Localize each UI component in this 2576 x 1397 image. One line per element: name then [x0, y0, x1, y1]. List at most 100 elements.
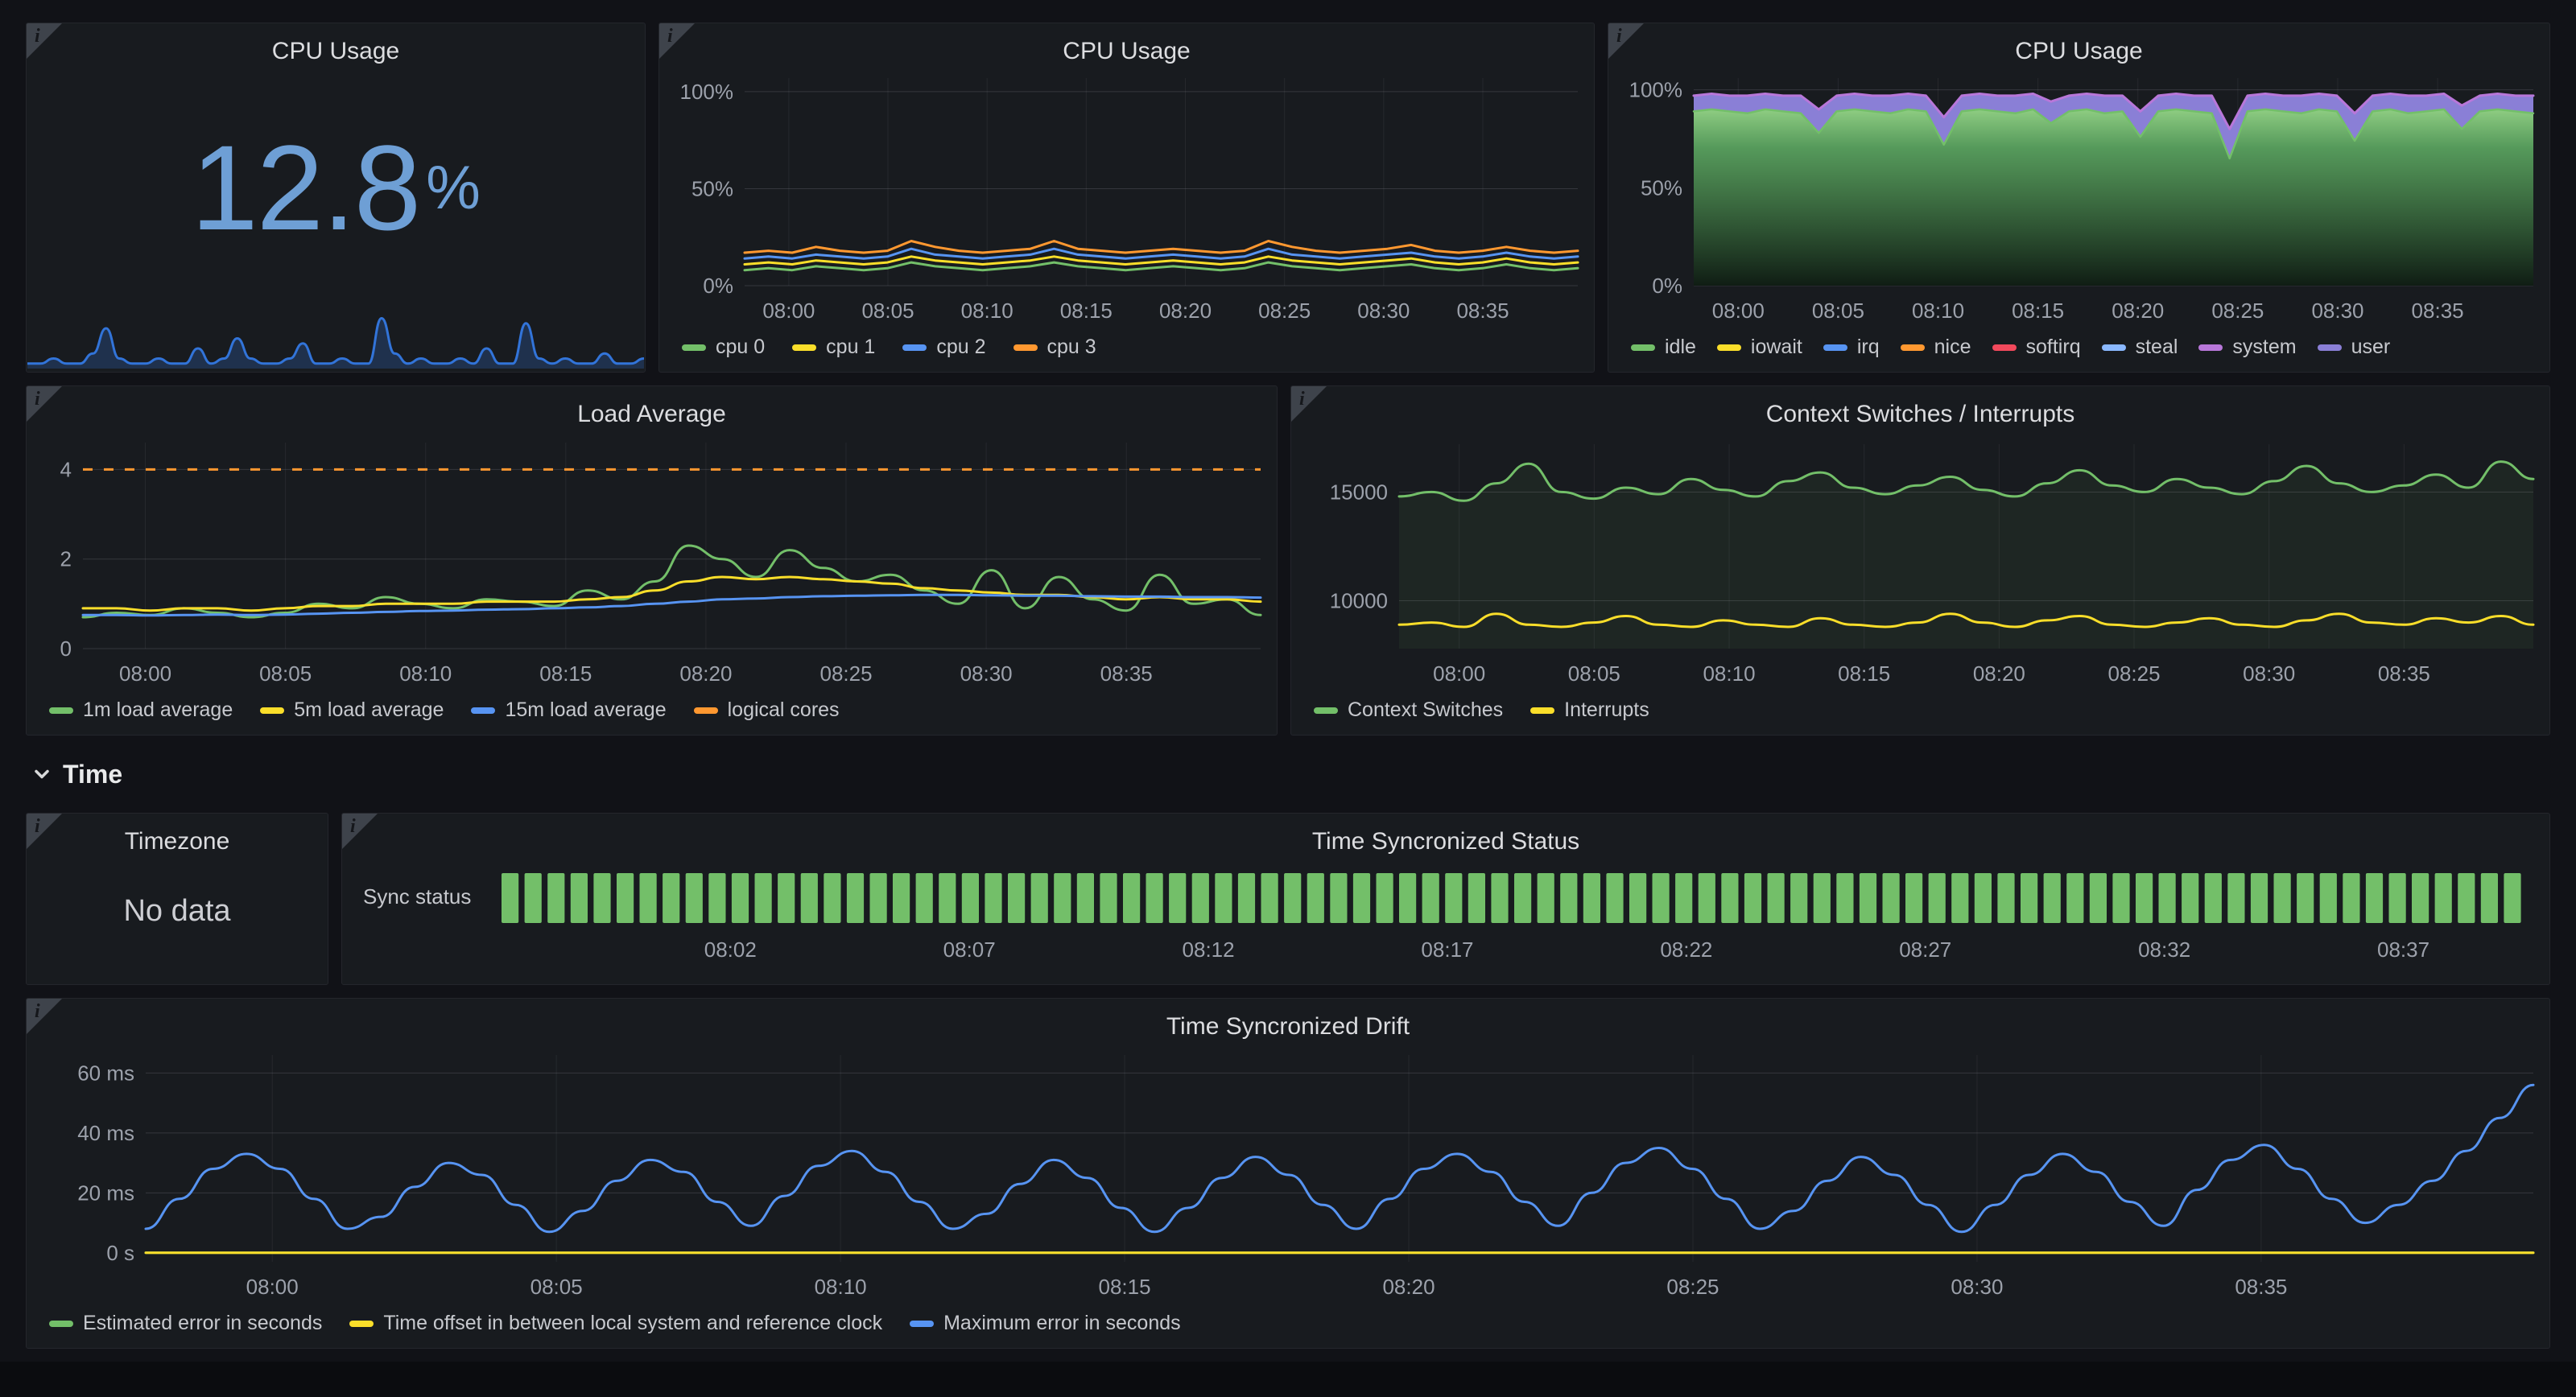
legend-swatch: [910, 1321, 934, 1327]
legend-item[interactable]: Maximum error in seconds: [910, 1312, 1181, 1335]
svg-text:08:30: 08:30: [960, 661, 1013, 686]
legend-load: 1m load average 5m load average 15m load a…: [27, 694, 1277, 735]
svg-text:08:10: 08:10: [1912, 299, 1964, 323]
panel-info-corner[interactable]: [1291, 386, 1327, 422]
time-sync-drift-chart[interactable]: 08:0008:0508:1008:1508:2008:2508:3008:35…: [31, 1044, 2545, 1307]
legend-item[interactable]: 5m load average: [260, 698, 444, 722]
legend-label: softirq: [2026, 336, 2081, 359]
legend-label: 15m load average: [505, 698, 666, 722]
legend-item[interactable]: cpu 3: [1013, 336, 1096, 359]
legend-swatch: [902, 344, 927, 351]
legend-label: cpu 3: [1047, 336, 1096, 359]
svg-text:08:02: 08:02: [704, 938, 757, 962]
load-average-chart[interactable]: 08:0008:0508:1008:1508:2008:2508:3008:35…: [31, 431, 1272, 694]
panel-context-switches: i Context Switches / Interrupts 08:0008:…: [1290, 385, 2550, 736]
svg-text:08:25: 08:25: [1258, 299, 1311, 323]
info-icon: i: [35, 389, 40, 410]
legend-item[interactable]: idle: [1631, 336, 1696, 359]
legend-label: 1m load average: [83, 698, 233, 722]
panel-info-corner[interactable]: [27, 999, 62, 1034]
svg-text:08:20: 08:20: [1159, 299, 1212, 323]
svg-text:08:00: 08:00: [1433, 661, 1485, 686]
legend-swatch: [1901, 344, 1925, 351]
legend-item[interactable]: cpu 2: [902, 336, 985, 359]
row-drift: i Time Syncronized Drift 08:0008:0508:10…: [26, 998, 2550, 1349]
legend-item[interactable]: irq: [1823, 336, 1880, 359]
svg-text:4: 4: [60, 457, 72, 481]
svg-text:08:15: 08:15: [1099, 1275, 1151, 1299]
svg-text:08:15: 08:15: [2012, 299, 2064, 323]
svg-text:08:17: 08:17: [1421, 938, 1473, 962]
legend-label: cpu 1: [826, 336, 875, 359]
legend-swatch: [1992, 344, 2017, 351]
svg-text:0%: 0%: [1652, 274, 1682, 298]
info-icon: i: [35, 816, 40, 838]
sync-status-history-chart[interactable]: 08:0208:0708:1208:1708:2208:2708:3208:37: [493, 859, 2538, 979]
svg-text:0%: 0%: [703, 274, 733, 298]
legend-item[interactable]: logical cores: [694, 698, 840, 722]
svg-text:08:35: 08:35: [2378, 661, 2430, 686]
legend-item[interactable]: Interrupts: [1530, 698, 1649, 722]
legend-swatch: [1530, 707, 1554, 714]
legend-item[interactable]: Estimated error in seconds: [49, 1312, 322, 1335]
panel-cpu-usage-stacked: i CPU Usage 08:0008:0508:1008:1508:2008:…: [1608, 23, 2550, 373]
panel-info-corner[interactable]: [1608, 23, 1644, 59]
panel-info-corner[interactable]: [342, 814, 378, 849]
svg-text:40 ms: 40 ms: [77, 1121, 134, 1145]
section-title: Time: [63, 760, 122, 789]
legend-swatch: [1314, 707, 1338, 714]
panel-time-sync-drift: i Time Syncronized Drift 08:0008:0508:10…: [26, 998, 2550, 1349]
panel-timezone: i Timezone No data: [26, 813, 328, 985]
legend-label: nice: [1934, 336, 1971, 359]
panel-info-corner[interactable]: [27, 23, 62, 59]
legend-swatch: [49, 1321, 73, 1327]
cpu-usage-stacked-chart[interactable]: 08:0008:0508:1008:1508:2008:2508:3008:35…: [1613, 68, 2545, 331]
svg-text:08:00: 08:00: [119, 661, 171, 686]
legend-item[interactable]: iowait: [1717, 336, 1802, 359]
legend-item[interactable]: system: [2198, 336, 2296, 359]
legend-item[interactable]: nice: [1901, 336, 1971, 359]
legend-item[interactable]: user: [2318, 336, 2391, 359]
legend-item[interactable]: 15m load average: [471, 698, 666, 722]
svg-text:08:20: 08:20: [679, 661, 732, 686]
legend-item[interactable]: cpu 1: [792, 336, 875, 359]
legend-swatch: [349, 1321, 374, 1327]
info-icon: i: [35, 26, 40, 47]
panel-title: Time Syncronized Drift: [27, 999, 2549, 1044]
legend-label: 5m load average: [294, 698, 444, 722]
legend-swatch: [694, 707, 718, 714]
svg-text:08:10: 08:10: [961, 299, 1013, 323]
svg-text:08:15: 08:15: [539, 661, 592, 686]
panel-title: CPU Usage: [27, 23, 645, 68]
legend-swatch: [682, 344, 706, 351]
legend-item[interactable]: softirq: [1992, 336, 2081, 359]
panel-info-corner[interactable]: [659, 23, 695, 59]
no-data-message: No data: [27, 859, 328, 984]
chart-area: 08:0008:0508:1008:1508:2008:2508:3008:35…: [1608, 68, 2549, 331]
legend-label: Context Switches: [1348, 698, 1503, 722]
svg-text:08:30: 08:30: [1951, 1275, 2003, 1299]
svg-text:08:20: 08:20: [2112, 299, 2164, 323]
legend-label: system: [2232, 336, 2296, 359]
info-icon: i: [350, 816, 356, 838]
panel-title: Context Switches / Interrupts: [1291, 386, 2549, 431]
svg-text:08:25: 08:25: [819, 661, 872, 686]
cpu-usage-sparkline-chart[interactable]: [27, 302, 644, 371]
legend-label: idle: [1665, 336, 1696, 359]
legend-cpu-stacked: idle iowait irq nice softirq steal system user: [1608, 331, 2549, 372]
cpu-usage-per-core-chart[interactable]: 08:0008:0508:1008:1508:2008:2508:3008:35…: [664, 68, 1589, 331]
legend-swatch: [1631, 344, 1655, 351]
panel-info-corner[interactable]: [27, 814, 62, 849]
legend-swatch: [1717, 344, 1741, 351]
legend-item[interactable]: steal: [2102, 336, 2178, 359]
panel-info-corner[interactable]: [27, 386, 62, 422]
legend-swatch: [260, 707, 284, 714]
section-time[interactable]: Time: [26, 748, 2550, 800]
legend-item[interactable]: cpu 0: [682, 336, 765, 359]
legend-item[interactable]: Time offset in between local system and …: [349, 1312, 882, 1335]
svg-text:15000: 15000: [1330, 480, 1388, 504]
legend-label: Maximum error in seconds: [943, 1312, 1181, 1335]
legend-item[interactable]: Context Switches: [1314, 698, 1503, 722]
legend-item[interactable]: 1m load average: [49, 698, 233, 722]
context-switches-chart[interactable]: 08:0008:0508:1008:1508:2008:2508:3008:35…: [1296, 431, 2545, 694]
